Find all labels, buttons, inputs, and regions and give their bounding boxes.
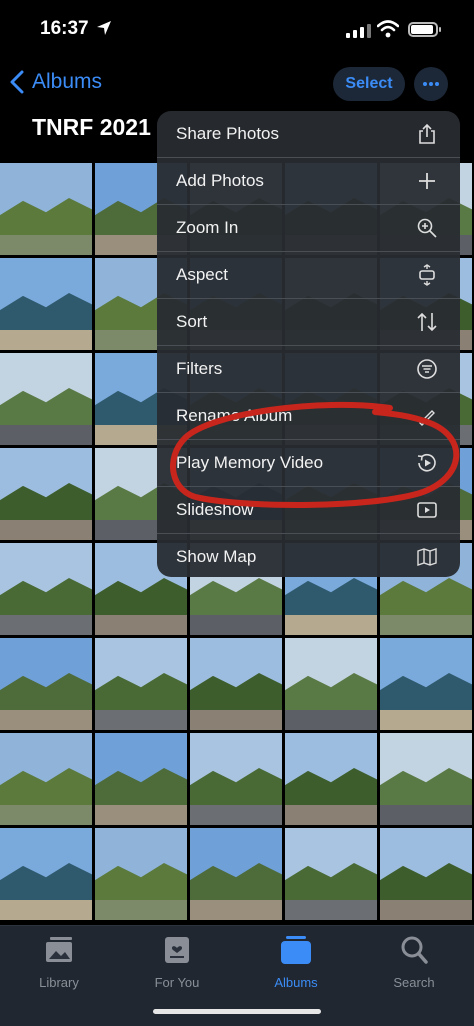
location-arrow-icon: [97, 21, 111, 35]
home-indicator: [153, 1009, 321, 1014]
search-icon: [401, 936, 428, 964]
tab-label: Library: [39, 975, 79, 990]
photo-thumbnail[interactable]: [95, 638, 187, 730]
menu-item-aspect[interactable]: Aspect: [157, 252, 460, 298]
photo-thumbnail[interactable]: [285, 638, 377, 730]
photo-thumbnail[interactable]: [380, 828, 472, 920]
photo-thumbnail[interactable]: [285, 828, 377, 920]
photo-thumbnail[interactable]: [0, 733, 92, 825]
menu-item-label: Add Photos: [176, 171, 264, 190]
menu-item-share-photos[interactable]: Share Photos: [157, 111, 460, 157]
photo-thumbnail[interactable]: [95, 733, 187, 825]
menu-item-label: Zoom In: [176, 218, 239, 237]
status-bar: 16:37: [0, 0, 474, 60]
photo-thumbnail[interactable]: [0, 828, 92, 920]
menu-item-label: Share Photos: [176, 124, 280, 143]
menu-item-label: Filters: [176, 359, 223, 378]
back-label: Albums: [32, 70, 103, 93]
menu-item-zoom-in[interactable]: Zoom In: [157, 205, 460, 251]
back-button[interactable]: Albums: [10, 70, 102, 94]
photo-thumbnail[interactable]: [0, 638, 92, 730]
tab-library[interactable]: Library: [14, 934, 104, 990]
more-button[interactable]: [414, 67, 448, 101]
filter-icon: [417, 359, 437, 379]
tab-label: Search: [393, 975, 435, 990]
red-circle-annotation: [170, 401, 460, 508]
status-time: 16:37: [40, 18, 89, 39]
menu-item-label: Show Map: [176, 547, 257, 566]
photo-thumbnail[interactable]: [0, 448, 92, 540]
photo-thumbnail[interactable]: [380, 638, 472, 730]
photo-thumbnail[interactable]: [0, 258, 92, 350]
share-icon: [419, 123, 435, 144]
photo-thumbnail[interactable]: [190, 638, 282, 730]
album-title: TNRF 2021: [32, 114, 151, 140]
menu-item-show-map[interactable]: Show Map: [157, 534, 460, 577]
select-button[interactable]: Select: [333, 67, 405, 101]
photo-thumbnail[interactable]: [285, 733, 377, 825]
ellipsis-icon: [423, 82, 439, 86]
zoom-in-icon: [417, 218, 437, 238]
menu-item-filters[interactable]: Filters: [157, 346, 460, 392]
aspect-icon: [419, 264, 435, 286]
cellular-signal-icon: [346, 24, 371, 38]
photo-thumbnail[interactable]: [0, 353, 92, 445]
menu-item-label: Aspect: [176, 265, 228, 284]
battery-icon: [408, 22, 441, 37]
sort-icon: [417, 312, 437, 332]
photo-thumbnail[interactable]: [190, 733, 282, 825]
tab-search[interactable]: Search: [369, 934, 459, 990]
chevron-left-icon: [10, 70, 24, 94]
photo-thumbnail[interactable]: [95, 828, 187, 920]
for-you-icon: [165, 937, 189, 963]
tab-for-you[interactable]: For You: [132, 934, 222, 990]
photo-thumbnail[interactable]: [0, 543, 92, 635]
photo-thumbnail[interactable]: [190, 828, 282, 920]
library-icon: [46, 937, 72, 962]
map-icon: [417, 548, 437, 566]
menu-item-add-photos[interactable]: Add Photos: [157, 158, 460, 204]
menu-item-label: Sort: [176, 312, 208, 331]
tab-albums[interactable]: Albums: [251, 934, 341, 990]
tab-label: For You: [154, 975, 200, 990]
photo-thumbnail[interactable]: [0, 163, 92, 255]
albums-icon: [281, 936, 311, 964]
menu-item-sort[interactable]: Sort: [157, 299, 460, 345]
photo-thumbnail[interactable]: [380, 733, 472, 825]
plus-icon: [419, 173, 435, 189]
wifi-icon: [377, 20, 399, 38]
tab-label: Albums: [274, 975, 318, 990]
